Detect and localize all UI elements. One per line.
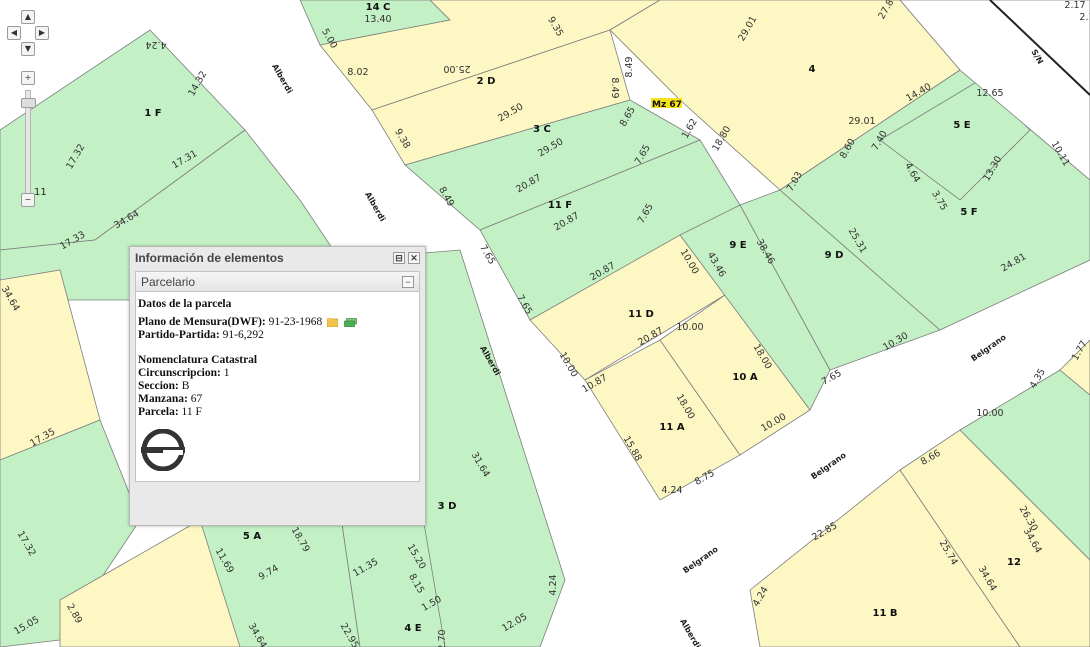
parcelario-section-header[interactable]: Parcelario − — [135, 271, 420, 292]
pan-down-button[interactable]: ▼ — [21, 42, 35, 56]
partido-value: 91-6,292 — [222, 329, 264, 341]
parcel-label: 10 A — [732, 372, 757, 383]
plano-value: 91-23-1968 — [268, 316, 323, 328]
close-icon[interactable]: ✕ — [408, 252, 420, 264]
zoom-in-button[interactable]: + — [21, 71, 35, 85]
parcel-measure: 2.15 — [1079, 12, 1090, 23]
info-panel-body: Datos de la parcela Plano de Mensura(DWF… — [135, 292, 420, 482]
parcel-label: 9 E — [729, 240, 746, 251]
organization-logo — [141, 428, 185, 472]
layers-icon[interactable] — [343, 317, 357, 327]
parcel-measure: 4.24 — [661, 485, 682, 496]
parcel-measure: 4.24 — [548, 574, 559, 595]
parcel-measure: 10.00 — [676, 322, 703, 333]
parcel-label: 1 F — [144, 108, 161, 119]
parc-label: Parcela: — [138, 406, 179, 418]
manz-label: Manzana: — [138, 393, 188, 405]
plano-row: Plano de Mensura(DWF): 91-23-1968 — [138, 316, 419, 329]
parcel-measure: 2.70 — [437, 629, 448, 647]
parcel-measure: 29.01 — [848, 116, 875, 127]
parcel-label: 4 — [809, 64, 816, 75]
zoom-level: 11 — [34, 187, 47, 198]
secc-label: Seccion: — [138, 380, 179, 392]
folder-icon[interactable] — [327, 317, 339, 327]
parcel-measure: 4.24 — [145, 39, 166, 50]
parcel-label: 11 B — [872, 608, 897, 619]
parcel-label: 3 D — [438, 501, 457, 512]
circ-value: 1 — [223, 367, 230, 379]
zoom-slider-thumb[interactable] — [21, 97, 36, 108]
parcel-measure: 12.65 — [976, 88, 1003, 99]
section-nomenclatura-title: Nomenclatura Catastral — [138, 354, 258, 366]
partido-label: Partido-Partida: — [138, 329, 220, 341]
parcel-label: 11 A — [659, 422, 684, 433]
parcel-label: 2 D — [477, 76, 496, 87]
info-panel-header[interactable]: Información de elementos ⊟ ✕ — [130, 247, 425, 269]
parcel-measure: 8.02 — [347, 67, 368, 78]
parcel-label: 5 A — [243, 531, 261, 542]
parcel-measure: 13.40 — [364, 14, 391, 25]
manz-value: 67 — [190, 393, 203, 405]
parcel-label: 9 D — [825, 250, 844, 261]
secc-value: B — [181, 380, 190, 392]
parcel-label: 11 F — [548, 200, 572, 211]
parcel-measure: 8.49 — [609, 77, 620, 98]
section-datos-title: Datos de la parcela — [138, 298, 232, 310]
parcel-label: 11 D — [628, 309, 654, 320]
collapse-icon[interactable]: − — [402, 275, 414, 288]
parcel-measure: 2.17 — [1064, 0, 1085, 11]
parc-value: 11 F — [181, 406, 202, 418]
plano-label: Plano de Mensura(DWF): — [138, 316, 266, 328]
partido-row: Partido-Partida: 91-6,292 — [138, 329, 419, 342]
parcel-measure: 10.00 — [976, 408, 1003, 419]
pin-icon[interactable]: ⊟ — [393, 252, 405, 264]
parcel-label: 12 — [1007, 557, 1021, 568]
parcel-measure: 8.49 — [624, 56, 635, 77]
block-label: Mz 67 — [652, 100, 682, 110]
circ-label: Circunscripcion: — [138, 367, 221, 379]
info-panel: Información de elementos ⊟ ✕ Parcelario … — [129, 246, 426, 526]
pan-left-button[interactable]: ◀ — [7, 26, 21, 40]
parcel-label: 3 C — [533, 124, 551, 135]
parcel-label: 4 E — [404, 623, 421, 634]
zoom-out-button[interactable]: − — [21, 193, 35, 207]
info-panel-title: Información de elementos — [135, 251, 284, 265]
pan-right-button[interactable]: ▶ — [35, 26, 49, 40]
parcel-label: 14 C — [366, 2, 391, 13]
parcel-measure: 25.00 — [443, 63, 470, 74]
parcelario-title: Parcelario — [141, 274, 196, 289]
parcel-label: 5 E — [953, 120, 970, 131]
pan-up-button[interactable]: ▲ — [21, 10, 35, 24]
parcel-label: 5 F — [960, 207, 977, 218]
